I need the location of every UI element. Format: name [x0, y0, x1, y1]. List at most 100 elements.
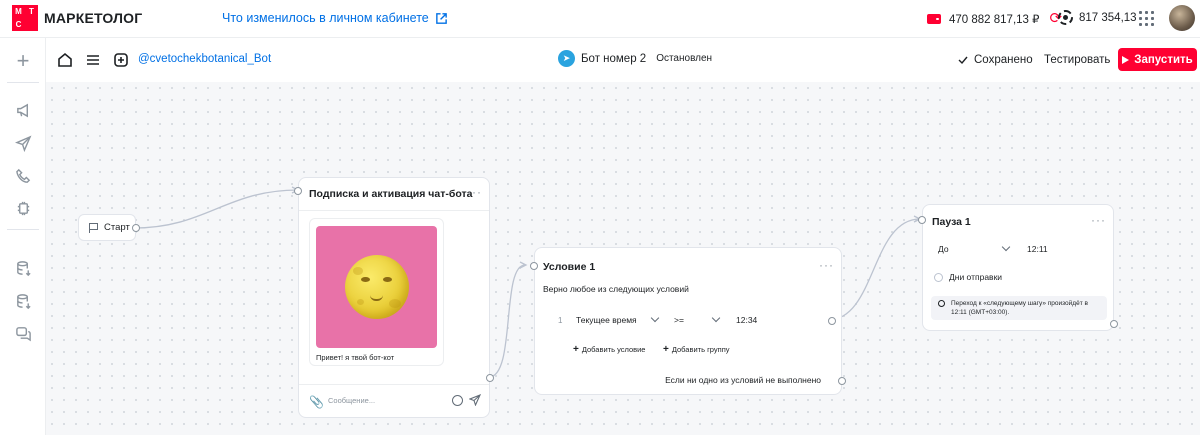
brand-name: МАРКЕТОЛОГ [44, 10, 143, 26]
check-icon [958, 56, 968, 65]
pause-time-input[interactable]: 12:11 [1027, 244, 1048, 254]
megaphone-icon[interactable] [13, 100, 33, 120]
test-button[interactable]: Тестировать [1036, 49, 1118, 71]
left-sidebar: + [0, 38, 46, 435]
paperclip-icon[interactable]: 📎 [309, 395, 324, 409]
node-divider [299, 210, 489, 211]
start-label: Старт [104, 222, 130, 233]
bonus-icon [1058, 10, 1073, 25]
node-title: Подписка и активация чат-бота [309, 188, 473, 200]
output-port[interactable] [1110, 320, 1118, 328]
flow-canvas[interactable]: Старт Подписка и активация чат-бота ··· … [46, 82, 1200, 435]
chevron-down-icon[interactable] [650, 313, 660, 323]
more-icon[interactable]: ··· [467, 185, 482, 199]
message-card[interactable]: Привет! я твой бот-кот [309, 218, 444, 366]
run-label: Запустить [1134, 53, 1193, 66]
flag-icon [89, 222, 98, 233]
saved-label: Сохранено [974, 54, 1033, 66]
message-input[interactable]: Сообщение... [328, 396, 375, 405]
balance[interactable]: 470 882 817,13 ₽ ⟳ [927, 11, 1062, 26]
checkbox-circle [934, 272, 943, 282]
node-title: Условие 1 [543, 261, 596, 273]
editor-toolbar: @cvetochekbotanical_Bot ➤ Бот номер 2 Ос… [46, 38, 1200, 82]
condition-node[interactable]: Условие 1 ··· Верно любое из следующих у… [530, 247, 846, 395]
whats-new-label: Что изменилось в личном кабинете [222, 11, 429, 25]
condition-field-select[interactable]: Текущее время [576, 315, 637, 325]
logo-letter-s: С [15, 19, 22, 29]
bot-name: Бот номер 2 [581, 52, 647, 65]
top-header: М Т С МАРКЕТОЛОГ Что изменилось в личном… [0, 0, 1200, 38]
database-download-icon[interactable] [13, 258, 33, 278]
run-button[interactable]: Запустить [1118, 48, 1197, 71]
database-check-icon[interactable] [13, 291, 33, 311]
pause-mode-select[interactable]: До [938, 244, 949, 254]
else-output-port[interactable] [838, 377, 846, 385]
emoji-icon[interactable] [452, 395, 463, 406]
sidebar-divider [7, 82, 39, 83]
play-icon [1122, 55, 1130, 64]
send-icon[interactable] [469, 394, 481, 406]
logo-letter-m: М [15, 6, 22, 16]
else-branch-label: Если ни одно из условий не выполнено [665, 375, 821, 385]
paper-plane-icon[interactable] [13, 133, 33, 153]
condition-row-index: 1 [558, 316, 563, 325]
condition-operator-select[interactable]: >= [674, 315, 684, 325]
connector-subscription-to-condition [488, 264, 526, 378]
phone-icon[interactable] [13, 166, 33, 186]
home-icon[interactable] [56, 51, 74, 69]
test-label: Тестировать [1044, 54, 1111, 66]
connector-start-to-subscription [133, 189, 299, 229]
condition-value[interactable]: 12:34 [736, 315, 757, 325]
chat-icon[interactable] [13, 323, 33, 343]
add-square-icon[interactable] [112, 51, 130, 69]
output-port[interactable] [132, 224, 140, 232]
chevron-down-icon[interactable] [711, 313, 721, 323]
add-group-button[interactable]: + Добавить группу [663, 344, 730, 355]
bot-status: Остановлен [656, 53, 713, 64]
message-text: Привет! я твой бот-кот [316, 353, 395, 362]
node-title: Пауза 1 [932, 216, 971, 228]
add-condition-label: Добавить условие [581, 345, 646, 354]
external-link-icon [435, 12, 447, 24]
add-condition-button[interactable]: + Добавить условие [573, 344, 645, 355]
sidebar-divider [7, 229, 39, 230]
start-node[interactable]: Старт [78, 214, 140, 241]
saved-button[interactable]: Сохранено [958, 49, 1033, 71]
output-port[interactable] [486, 374, 494, 382]
input-port[interactable] [294, 187, 302, 195]
balance-value: 470 882 817,13 ₽ [949, 13, 1040, 26]
chip-icon[interactable] [13, 198, 33, 218]
more-icon[interactable]: ··· [819, 258, 834, 272]
bot-handle-link[interactable]: @cvetochekbotanical_Bot [138, 53, 271, 65]
days-label: Дни отправки [949, 272, 1003, 282]
message-composer: 📎 Сообщение... [299, 384, 489, 418]
pause-node[interactable]: Пауза 1 ··· До 12:11 Дни отправки Перехо… [918, 204, 1118, 331]
output-port[interactable] [828, 317, 836, 325]
plus-icon: + [663, 344, 669, 355]
plus-icon[interactable]: + [13, 50, 33, 72]
message-image [316, 226, 437, 348]
plus-icon: + [573, 344, 579, 355]
subscription-node[interactable]: Подписка и активация чат-бота ··· Привет… [294, 177, 494, 418]
days-checkbox[interactable]: Дни отправки [934, 272, 1002, 282]
avatar[interactable] [1169, 5, 1195, 31]
add-group-label: Добавить группу [671, 345, 730, 354]
telegram-icon: ➤ [558, 50, 575, 67]
bonus-value: 817 354,13 [1079, 11, 1137, 24]
clock-icon [938, 300, 945, 307]
whats-new-link[interactable]: Что изменилось в личном кабинете [222, 11, 448, 25]
chevron-down-icon[interactable] [1001, 242, 1011, 252]
menu-icon[interactable] [84, 51, 102, 69]
condition-subtitle: Верно любое из следующих условий [543, 284, 689, 294]
apps-grid-icon[interactable] [1139, 11, 1154, 26]
input-port[interactable] [918, 216, 926, 224]
more-icon[interactable]: ··· [1091, 213, 1106, 227]
logo-letter-blank [25, 18, 38, 31]
full-moon-face-emoji [344, 255, 409, 319]
input-port[interactable] [530, 262, 538, 270]
mts-logo[interactable]: М Т С [12, 5, 38, 31]
wallet-icon [927, 13, 941, 24]
pause-info-box: Переход к «следующему шагу» произойдёт в… [931, 296, 1107, 320]
bonus-balance[interactable]: 817 354,13 [1058, 10, 1137, 25]
bot-info: ➤ Бот номер 2 Остановлен [558, 50, 712, 67]
